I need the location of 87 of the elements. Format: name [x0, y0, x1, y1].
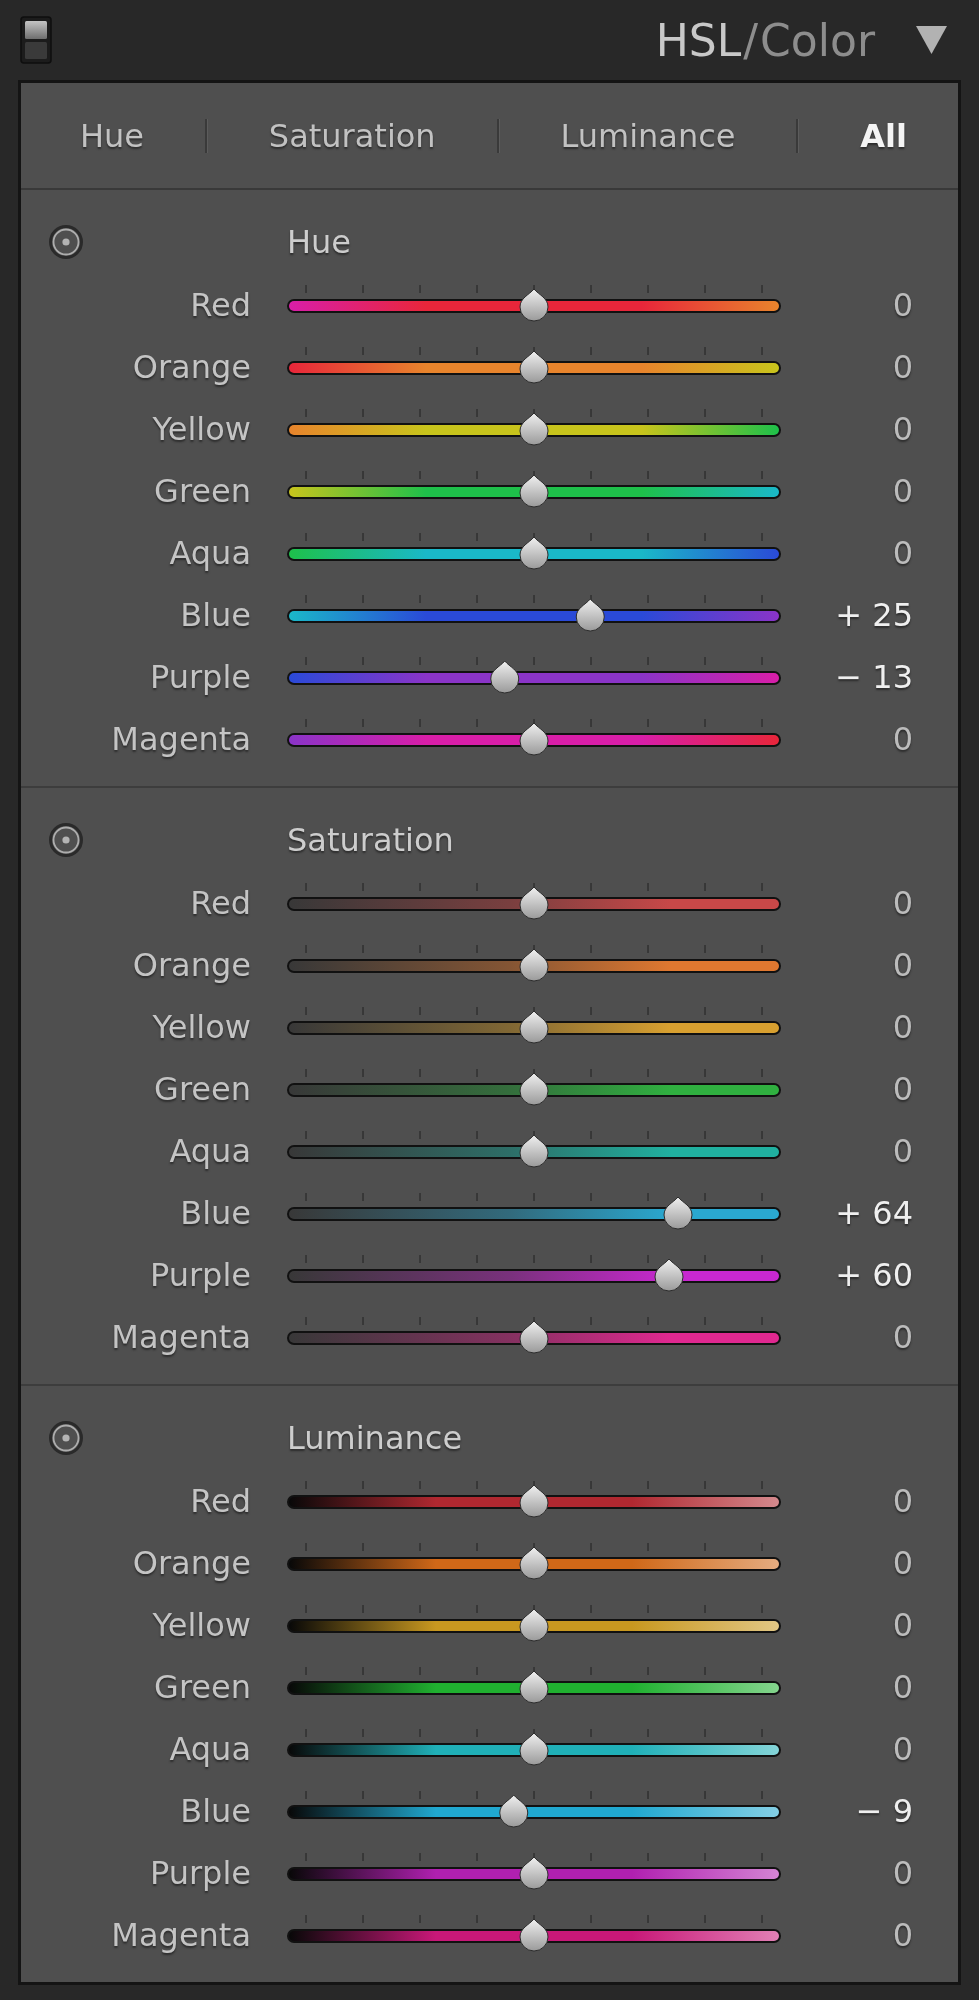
tab[interactable]: Luminance	[552, 110, 744, 161]
slider-thumb[interactable]	[519, 1072, 549, 1106]
slider-label: Magenta	[110, 1318, 251, 1356]
slider-thumb[interactable]	[519, 722, 549, 756]
slider-label: Magenta	[110, 1916, 251, 1954]
slider-value: + 60	[834, 1256, 913, 1294]
slider-thumb[interactable]	[519, 1134, 549, 1168]
slider-thumb[interactable]	[519, 1320, 549, 1354]
slider-label: Yellow	[151, 1606, 251, 1644]
slider-value: 0	[891, 472, 913, 510]
slider-value: 0	[891, 286, 913, 324]
slider-value: + 64	[834, 1194, 913, 1232]
slider-label: Purple	[148, 1256, 251, 1294]
slider-thumb[interactable]	[519, 1546, 549, 1580]
slider-value: 0	[891, 1482, 913, 1520]
tab[interactable]: Hue	[72, 110, 153, 161]
slider-label: Purple	[148, 1854, 251, 1892]
slider-value: 0	[891, 1008, 913, 1046]
slider-value: 0	[891, 1132, 913, 1170]
slider-thumb[interactable]	[519, 1918, 549, 1952]
slider-label: Yellow	[151, 410, 251, 448]
slider-thumb[interactable]	[519, 1484, 549, 1518]
slider-thumb[interactable]	[519, 474, 549, 508]
target-icon[interactable]	[49, 1421, 83, 1455]
slider-thumb[interactable]	[490, 660, 520, 694]
slider-value: 0	[891, 1668, 913, 1706]
slider-thumb[interactable]	[519, 948, 549, 982]
slider-value: − 13	[834, 658, 913, 696]
slider-value: 0	[891, 720, 913, 758]
slider-label: Yellow	[151, 1008, 251, 1046]
tab[interactable]: Saturation	[260, 110, 444, 161]
slider-thumb[interactable]	[519, 1010, 549, 1044]
slider-value: 0	[891, 1916, 913, 1954]
slider-label: Orange	[131, 1544, 251, 1582]
slider-thumb[interactable]	[519, 1732, 549, 1766]
slider-value: 0	[891, 1730, 913, 1768]
slider-value: 0	[891, 348, 913, 386]
slider-value: 0	[891, 1070, 913, 1108]
slider-value: 0	[891, 1544, 913, 1582]
slider-label: Blue	[179, 1194, 251, 1232]
slider-thumb[interactable]	[499, 1794, 529, 1828]
slider-label: Purple	[148, 658, 251, 696]
slider-label: Green	[153, 1668, 251, 1706]
title-separator: /	[743, 14, 759, 66]
panel-mode-tab[interactable]: HSL	[655, 14, 742, 66]
down-triangle-icon[interactable]	[916, 26, 947, 54]
slider-label: Orange	[131, 348, 251, 386]
panel-mode-tab[interactable]: Color	[760, 14, 875, 66]
slider-value: 0	[891, 534, 913, 572]
slider-label: Green	[153, 472, 251, 510]
slider-thumb[interactable]	[519, 1608, 549, 1642]
slider-thumb[interactable]	[519, 886, 549, 920]
slider-value: 0	[891, 884, 913, 922]
slider-label: Aqua	[168, 1132, 251, 1170]
slider-thumb[interactable]	[519, 288, 549, 322]
slider-label: Orange	[131, 946, 251, 984]
slider-label: Red	[189, 286, 251, 324]
slider-thumb[interactable]	[519, 536, 549, 570]
section-title: Saturation	[287, 821, 454, 859]
slider-value: − 9	[854, 1792, 913, 1830]
section-title: Hue	[287, 223, 352, 261]
slider-label: Blue	[179, 596, 251, 634]
slider-thumb[interactable]	[519, 1856, 549, 1890]
slider-label: Red	[189, 1482, 251, 1520]
tab[interactable]: All	[852, 110, 915, 161]
slider-label: Blue	[179, 1792, 251, 1830]
slider-value: 0	[891, 410, 913, 448]
target-icon[interactable]	[49, 225, 83, 259]
target-icon[interactable]	[49, 823, 83, 857]
slider-thumb[interactable]	[654, 1258, 684, 1292]
slider-value: + 25	[834, 596, 913, 634]
slider-value: 0	[891, 946, 913, 984]
slider-label: Magenta	[110, 720, 251, 758]
slider-value: 0	[891, 1318, 913, 1356]
slider-value: 0	[891, 1854, 913, 1892]
slider-value: 0	[891, 1606, 913, 1644]
slider-label: Green	[153, 1070, 251, 1108]
slider-thumb[interactable]	[519, 1670, 549, 1704]
slider-thumb[interactable]	[519, 350, 549, 384]
section-title: Luminance	[287, 1419, 463, 1457]
slider-label: Aqua	[168, 534, 251, 572]
slider-thumb[interactable]	[663, 1196, 693, 1230]
slider-thumb[interactable]	[575, 598, 605, 632]
slider-thumb[interactable]	[519, 412, 549, 446]
slider-label: Red	[189, 884, 251, 922]
slider-label: Aqua	[168, 1730, 251, 1768]
toggle-switch-icon[interactable]	[20, 16, 52, 64]
